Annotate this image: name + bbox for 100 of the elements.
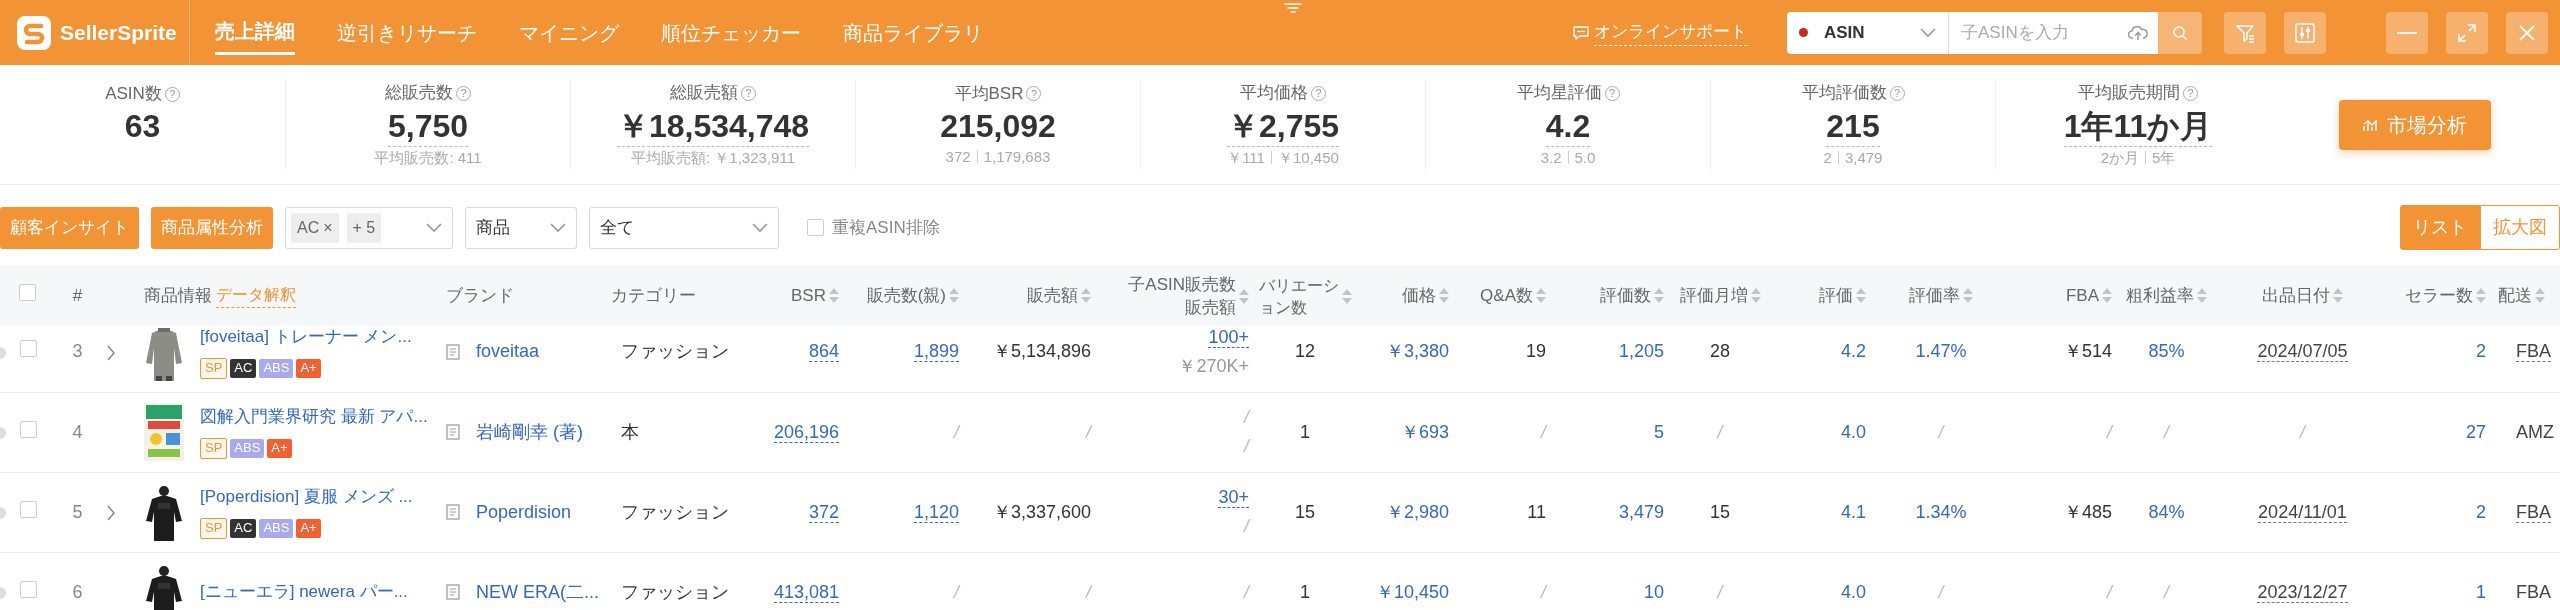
stat-label: 総販売額	[670, 83, 738, 102]
sort-icon[interactable]	[1439, 288, 1449, 303]
document-icon[interactable]	[446, 343, 460, 360]
table-cell: 2	[2476, 341, 2486, 362]
row-checkbox[interactable]	[20, 420, 37, 438]
table-cell: 2023/12/27	[2257, 581, 2348, 603]
table-link[interactable]: 1,120	[913, 501, 959, 523]
table-cell: 15	[1710, 501, 1730, 522]
maximize-button[interactable]	[2446, 11, 2488, 54]
upload-icon[interactable]	[2128, 24, 2148, 41]
checkbox[interactable]	[807, 219, 824, 236]
filter-button[interactable]	[2224, 11, 2266, 54]
sort-icon[interactable]	[1341, 289, 1352, 304]
table-cell: 4.0	[1840, 421, 1866, 442]
stat-range: 5.0	[1574, 148, 1596, 166]
table-cell: 1.34%	[1915, 501, 1967, 522]
table-cell: ￥10,450	[1375, 581, 1449, 602]
sort-icon[interactable]	[1654, 288, 1664, 303]
product-title-link[interactable]: 図解入門業界研究 最新 アパ...	[200, 403, 428, 430]
sort-icon[interactable]	[1963, 288, 1973, 303]
column-header: セラー数	[2405, 284, 2473, 307]
sort-icon[interactable]	[1081, 288, 1091, 303]
table-link[interactable]: 206,196	[773, 421, 839, 443]
search-field[interactable]: 子ASINを入力	[1949, 11, 2158, 54]
scope-select[interactable]: ASIN	[1787, 11, 1949, 54]
sort-icon[interactable]	[2535, 288, 2545, 303]
table-cell: 84%	[2148, 501, 2185, 522]
stat-value: 1年11か月	[2063, 105, 2213, 147]
close-button[interactable]	[2506, 11, 2548, 54]
document-icon[interactable]	[446, 584, 460, 600]
child-sales-link[interactable]: 100+	[1208, 326, 1249, 348]
sort-icon[interactable]	[1856, 288, 1866, 303]
column-header: 販売数(親)	[866, 284, 946, 307]
table-cell: ￥3,380	[1385, 341, 1449, 362]
product-tag: ABS	[230, 439, 265, 459]
dropdown-select[interactable]: 全て	[589, 206, 779, 249]
empty-value: /	[1086, 421, 1091, 442]
brand-link[interactable]: 岩崎剛幸 (著)	[476, 418, 583, 446]
table-link[interactable]: 372	[808, 501, 839, 523]
table-cell: ￥270K+	[1178, 355, 1249, 376]
empty-value: /	[1244, 516, 1249, 536]
table-link[interactable]: 1,899	[913, 341, 959, 363]
column-header: 価格	[1402, 284, 1436, 307]
product-title-link[interactable]: [foveitaa] トレーナー メン...	[200, 326, 412, 349]
dropdown-select[interactable]: 商品	[465, 206, 577, 249]
sort-icon[interactable]	[1750, 288, 1761, 303]
table-cell: ￥693	[1400, 421, 1449, 442]
empty-value: /	[1541, 581, 1546, 602]
sort-icon[interactable]	[2102, 288, 2112, 303]
stat-range: 1,179,683	[983, 148, 1051, 165]
table-cell: 85%	[2148, 341, 2185, 362]
empty-value: /	[1086, 581, 1091, 602]
logo-icon	[16, 14, 52, 51]
sort-icon[interactable]	[949, 288, 959, 303]
sort-icon[interactable]	[2333, 288, 2343, 303]
sort-icon[interactable]	[1239, 289, 1249, 304]
search-button[interactable]	[2158, 11, 2202, 54]
minimize-button[interactable]	[2386, 11, 2428, 54]
chevron-down-icon	[550, 222, 566, 233]
sort-icon[interactable]	[1536, 288, 1546, 303]
sort-icon[interactable]	[2476, 288, 2486, 303]
row-checkbox[interactable]	[20, 500, 37, 518]
sort-icon[interactable]	[829, 288, 839, 303]
remove-tag-icon[interactable]: ×	[323, 218, 333, 236]
minimize-icon	[2397, 31, 2417, 34]
brand-link[interactable]: Poperdision	[476, 498, 572, 526]
table-link[interactable]: 864	[808, 341, 839, 363]
stat-value: 4.2	[1545, 105, 1591, 147]
product-title-link[interactable]: [Poperdision] 夏服 メンズ ...	[200, 483, 413, 510]
close-icon	[2517, 22, 2537, 43]
table-cell: 1	[1300, 421, 1310, 442]
sort-icon[interactable]	[2197, 288, 2207, 303]
brand-link[interactable]: NEW ERA(二...	[476, 578, 599, 606]
brand-link[interactable]: foveitaa	[476, 338, 540, 366]
empty-value: /	[2300, 421, 2305, 442]
chevron-down-icon	[426, 222, 442, 233]
column-header: バリエーション数	[1258, 275, 1339, 318]
tag-select[interactable]: AC × + 5	[285, 206, 453, 249]
settings-button[interactable]	[2284, 11, 2326, 54]
expand-chevron-icon[interactable]	[106, 504, 116, 521]
document-icon[interactable]	[446, 424, 460, 440]
checkbox-label: 重複ASIN排除	[832, 216, 940, 239]
empty-value: /	[1938, 421, 1944, 442]
column-header: 評価数	[1600, 284, 1651, 307]
table-cell: 4.2	[1840, 341, 1866, 362]
table-cell: ファッション	[621, 501, 729, 522]
drag-handle-icon[interactable]	[1283, 3, 1303, 13]
row-checkbox[interactable]	[20, 580, 37, 598]
stat-value: 63	[124, 107, 161, 147]
expand-chevron-icon[interactable]	[106, 344, 116, 361]
document-icon[interactable]	[446, 504, 460, 520]
row-checkbox[interactable]	[20, 340, 37, 358]
select-all-checkbox[interactable]	[19, 283, 36, 301]
stat-value: 215,092	[940, 107, 1056, 146]
child-sales-link[interactable]: 30+	[1218, 487, 1249, 509]
product-title-link[interactable]: [ニューエラ] newera パー...	[200, 579, 408, 605]
table-link[interactable]: 413,081	[773, 581, 839, 603]
table-cell: 4.0	[1840, 581, 1866, 602]
empty-value: /	[2107, 421, 2112, 442]
stat-label: 平均価格	[1240, 83, 1308, 102]
